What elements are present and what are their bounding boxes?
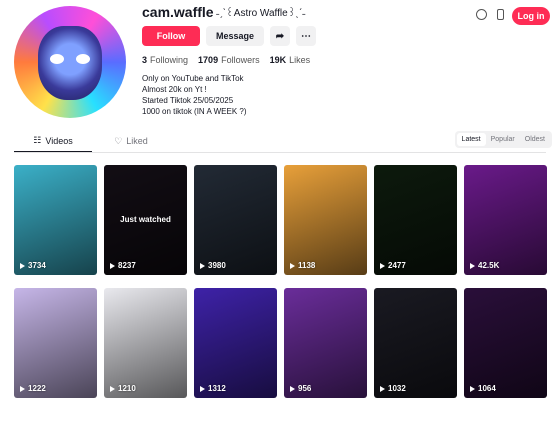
- top-icons: [476, 9, 504, 20]
- play-icon: [470, 385, 475, 392]
- view-count: 42.5K: [470, 261, 499, 270]
- sort-popular[interactable]: Popular: [486, 133, 520, 146]
- play-icon: [290, 262, 295, 269]
- play-icon: [200, 385, 205, 392]
- video-thumbnail[interactable]: 42.5K: [464, 165, 547, 275]
- avatar[interactable]: [14, 6, 126, 118]
- follow-button[interactable]: Follow: [142, 26, 200, 46]
- video-thumbnail[interactable]: 1210: [104, 288, 187, 398]
- view-count: 1222: [20, 384, 46, 393]
- play-icon: [20, 385, 25, 392]
- avatar-character: [38, 26, 102, 100]
- tab-videos[interactable]: ☷ Videos: [14, 130, 92, 152]
- login-button[interactable]: Log in: [512, 7, 550, 25]
- view-count: 8237: [110, 261, 136, 270]
- video-thumbnail[interactable]: Just watched 8237: [104, 165, 187, 275]
- video-thumbnail[interactable]: 2477: [374, 165, 457, 275]
- view-count: 3734: [20, 261, 46, 270]
- view-count: 1064: [470, 384, 496, 393]
- video-thumbnail[interactable]: 1222: [14, 288, 97, 398]
- play-icon: [380, 262, 385, 269]
- tab-liked[interactable]: ♡ Liked: [92, 130, 170, 152]
- play-icon: [110, 385, 115, 392]
- play-icon: [200, 262, 205, 269]
- profile-stats: 3 Following 1709 Followers 19K Likes: [142, 55, 310, 65]
- coin-icon[interactable]: [476, 9, 487, 20]
- avatar-eye: [50, 54, 64, 64]
- video-grid: 3734 Just watched 8237 3980 1138 2477 42.5K 122…: [14, 165, 548, 398]
- stat-followers[interactable]: 1709 Followers: [198, 55, 260, 65]
- share-icon[interactable]: ➦: [270, 26, 290, 46]
- more-icon[interactable]: ⋯: [296, 26, 316, 46]
- play-icon: [110, 262, 115, 269]
- view-count: 1312: [200, 384, 226, 393]
- play-icon: [20, 262, 25, 269]
- profile-nickname: ˗ˏˋ꒰Astro Waffle꒱ˎˊ˗: [216, 8, 306, 19]
- view-count: 1032: [380, 384, 406, 393]
- view-count: 2477: [380, 261, 406, 270]
- tab-divider: [14, 152, 546, 153]
- avatar-eye: [76, 54, 90, 64]
- view-count: 956: [290, 384, 311, 393]
- view-count: 3980: [200, 261, 226, 270]
- video-thumbnail[interactable]: 1312: [194, 288, 277, 398]
- stat-following[interactable]: 3 Following: [142, 55, 188, 65]
- sort-oldest[interactable]: Oldest: [520, 133, 550, 146]
- video-thumbnail[interactable]: 956: [284, 288, 367, 398]
- play-icon: [380, 385, 385, 392]
- grid-icon: ☷: [33, 135, 42, 145]
- content-tabs: ☷ Videos ♡ Liked: [14, 130, 170, 152]
- sort-toggle: Latest Popular Oldest: [454, 131, 552, 148]
- message-button[interactable]: Message: [206, 26, 264, 46]
- video-thumbnail[interactable]: 1032: [374, 288, 457, 398]
- profile-bio: Only on YouTube and TikTok Almost 20k on…: [142, 74, 247, 116]
- video-thumbnail[interactable]: 3734: [14, 165, 97, 275]
- video-thumbnail[interactable]: 1064: [464, 288, 547, 398]
- view-count: 1138: [290, 261, 315, 270]
- play-icon: [470, 262, 475, 269]
- view-count: 1210: [110, 384, 136, 393]
- profile-username: cam.waffle: [142, 4, 214, 20]
- video-thumbnail[interactable]: 1138: [284, 165, 367, 275]
- sort-latest[interactable]: Latest: [456, 133, 486, 146]
- heart-icon: ♡: [114, 135, 123, 146]
- play-icon: [290, 385, 295, 392]
- stat-likes: 19K Likes: [269, 55, 311, 65]
- just-watched-label: Just watched: [120, 215, 171, 224]
- phone-icon[interactable]: [497, 9, 504, 20]
- profile-actions: Follow Message ➦ ⋯: [142, 26, 316, 46]
- video-thumbnail[interactable]: 3980: [194, 165, 277, 275]
